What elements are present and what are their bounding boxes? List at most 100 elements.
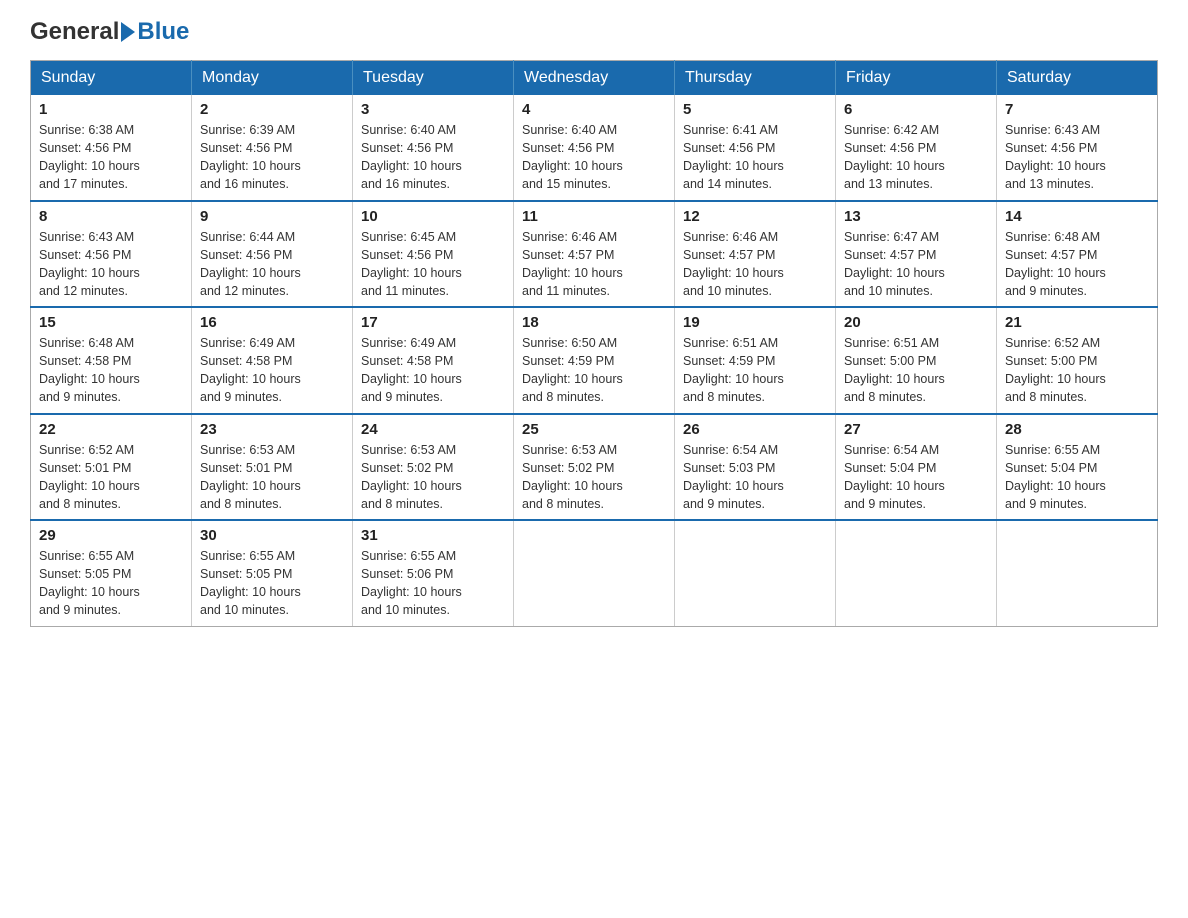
calendar-week-row: 1 Sunrise: 6:38 AMSunset: 4:56 PMDaylight… bbox=[31, 95, 1158, 201]
day-info: Sunrise: 6:55 AMSunset: 5:05 PMDaylight:… bbox=[200, 547, 344, 620]
weekday-header-wednesday: Wednesday bbox=[514, 61, 675, 96]
calendar-cell: 30 Sunrise: 6:55 AMSunset: 5:05 PMDayligh… bbox=[192, 520, 353, 626]
calendar-cell: 14Sunrise: 6:48 AMSunset: 4:57 PMDayligh… bbox=[997, 201, 1158, 308]
day-number: 26 bbox=[683, 421, 827, 438]
day-info: Sunrise: 6:50 AMSunset: 4:59 PMDaylight:… bbox=[522, 334, 666, 407]
day-number: 7 bbox=[1005, 101, 1149, 118]
day-number: 1 bbox=[39, 101, 183, 118]
logo-general: General bbox=[30, 20, 119, 44]
calendar-cell: 27 Sunrise: 6:54 AMSunset: 5:04 PMDayligh… bbox=[836, 414, 997, 521]
calendar-cell: 20Sunrise: 6:51 AMSunset: 5:00 PMDayligh… bbox=[836, 307, 997, 414]
day-info: Sunrise: 6:55 AMSunset: 5:06 PMDaylight:… bbox=[361, 547, 505, 620]
logo: General Blue bbox=[30, 20, 189, 44]
day-number: 5 bbox=[683, 101, 827, 118]
day-info: Sunrise: 6:53 AMSunset: 5:02 PMDaylight:… bbox=[522, 441, 666, 514]
day-info: Sunrise: 6:54 AMSunset: 5:03 PMDaylight:… bbox=[683, 441, 827, 514]
calendar-cell: 10 Sunrise: 6:45 AMSunset: 4:56 PMDayligh… bbox=[353, 201, 514, 308]
day-info: Sunrise: 6:38 AMSunset: 4:56 PMDaylight:… bbox=[39, 121, 183, 194]
day-number: 31 bbox=[361, 527, 505, 544]
calendar-cell: 1 Sunrise: 6:38 AMSunset: 4:56 PMDaylight… bbox=[31, 95, 192, 201]
calendar-cell: 6 Sunrise: 6:42 AMSunset: 4:56 PMDaylight… bbox=[836, 95, 997, 201]
day-number: 6 bbox=[844, 101, 988, 118]
day-info: Sunrise: 6:43 AMSunset: 4:56 PMDaylight:… bbox=[39, 228, 183, 301]
logo-triangle-icon bbox=[121, 22, 135, 42]
day-number: 17 bbox=[361, 314, 505, 331]
day-info: Sunrise: 6:46 AMSunset: 4:57 PMDaylight:… bbox=[522, 228, 666, 301]
day-number: 30 bbox=[200, 527, 344, 544]
day-number: 4 bbox=[522, 101, 666, 118]
weekday-header-saturday: Saturday bbox=[997, 61, 1158, 96]
day-number: 16 bbox=[200, 314, 344, 331]
calendar-cell: 17 Sunrise: 6:49 AMSunset: 4:58 PMDayligh… bbox=[353, 307, 514, 414]
calendar-week-row: 8Sunrise: 6:43 AMSunset: 4:56 PMDaylight… bbox=[31, 201, 1158, 308]
calendar-cell: 28Sunrise: 6:55 AMSunset: 5:04 PMDayligh… bbox=[997, 414, 1158, 521]
day-number: 9 bbox=[200, 208, 344, 225]
calendar-table: SundayMondayTuesdayWednesdayThursdayFrid… bbox=[30, 60, 1158, 627]
calendar-cell: 2Sunrise: 6:39 AMSunset: 4:56 PMDaylight… bbox=[192, 95, 353, 201]
day-number: 11 bbox=[522, 208, 666, 225]
day-number: 3 bbox=[361, 101, 505, 118]
logo-blue: Blue bbox=[137, 20, 189, 44]
calendar-cell: 31 Sunrise: 6:55 AMSunset: 5:06 PMDayligh… bbox=[353, 520, 514, 626]
calendar-cell: 19Sunrise: 6:51 AMSunset: 4:59 PMDayligh… bbox=[675, 307, 836, 414]
day-number: 13 bbox=[844, 208, 988, 225]
calendar-cell: 23Sunrise: 6:53 AMSunset: 5:01 PMDayligh… bbox=[192, 414, 353, 521]
day-number: 27 bbox=[844, 421, 988, 438]
day-info: Sunrise: 6:43 AMSunset: 4:56 PMDaylight:… bbox=[1005, 121, 1149, 194]
calendar-cell: 21 Sunrise: 6:52 AMSunset: 5:00 PMDayligh… bbox=[997, 307, 1158, 414]
day-info: Sunrise: 6:47 AMSunset: 4:57 PMDaylight:… bbox=[844, 228, 988, 301]
calendar-cell: 3Sunrise: 6:40 AMSunset: 4:56 PMDaylight… bbox=[353, 95, 514, 201]
day-number: 19 bbox=[683, 314, 827, 331]
day-info: Sunrise: 6:48 AMSunset: 4:58 PMDaylight:… bbox=[39, 334, 183, 407]
weekday-header-sunday: Sunday bbox=[31, 61, 192, 96]
day-info: Sunrise: 6:49 AMSunset: 4:58 PMDaylight:… bbox=[361, 334, 505, 407]
calendar-cell: 8Sunrise: 6:43 AMSunset: 4:56 PMDaylight… bbox=[31, 201, 192, 308]
calendar-body: 1 Sunrise: 6:38 AMSunset: 4:56 PMDaylight… bbox=[31, 95, 1158, 626]
day-number: 20 bbox=[844, 314, 988, 331]
page-header: General Blue bbox=[30, 20, 1158, 44]
calendar-week-row: 29 Sunrise: 6:55 AMSunset: 5:05 PMDayligh… bbox=[31, 520, 1158, 626]
calendar-cell: 15 Sunrise: 6:48 AMSunset: 4:58 PMDayligh… bbox=[31, 307, 192, 414]
day-info: Sunrise: 6:52 AMSunset: 5:00 PMDaylight:… bbox=[1005, 334, 1149, 407]
day-info: Sunrise: 6:52 AMSunset: 5:01 PMDaylight:… bbox=[39, 441, 183, 514]
calendar-cell: 29 Sunrise: 6:55 AMSunset: 5:05 PMDayligh… bbox=[31, 520, 192, 626]
weekday-header-tuesday: Tuesday bbox=[353, 61, 514, 96]
weekday-header-friday: Friday bbox=[836, 61, 997, 96]
day-info: Sunrise: 6:42 AMSunset: 4:56 PMDaylight:… bbox=[844, 121, 988, 194]
day-number: 10 bbox=[361, 208, 505, 225]
day-info: Sunrise: 6:39 AMSunset: 4:56 PMDaylight:… bbox=[200, 121, 344, 194]
calendar-cell: 26 Sunrise: 6:54 AMSunset: 5:03 PMDayligh… bbox=[675, 414, 836, 521]
calendar-header: SundayMondayTuesdayWednesdayThursdayFrid… bbox=[31, 61, 1158, 96]
day-number: 15 bbox=[39, 314, 183, 331]
calendar-cell: 13 Sunrise: 6:47 AMSunset: 4:57 PMDayligh… bbox=[836, 201, 997, 308]
day-number: 29 bbox=[39, 527, 183, 544]
day-number: 21 bbox=[1005, 314, 1149, 331]
day-info: Sunrise: 6:49 AMSunset: 4:58 PMDaylight:… bbox=[200, 334, 344, 407]
calendar-cell: 11 Sunrise: 6:46 AMSunset: 4:57 PMDayligh… bbox=[514, 201, 675, 308]
day-info: Sunrise: 6:44 AMSunset: 4:56 PMDaylight:… bbox=[200, 228, 344, 301]
day-info: Sunrise: 6:54 AMSunset: 5:04 PMDaylight:… bbox=[844, 441, 988, 514]
day-info: Sunrise: 6:46 AMSunset: 4:57 PMDaylight:… bbox=[683, 228, 827, 301]
calendar-cell: 16 Sunrise: 6:49 AMSunset: 4:58 PMDayligh… bbox=[192, 307, 353, 414]
calendar-cell bbox=[836, 520, 997, 626]
day-number: 24 bbox=[361, 421, 505, 438]
day-info: Sunrise: 6:53 AMSunset: 5:01 PMDaylight:… bbox=[200, 441, 344, 514]
calendar-cell bbox=[997, 520, 1158, 626]
day-info: Sunrise: 6:53 AMSunset: 5:02 PMDaylight:… bbox=[361, 441, 505, 514]
day-number: 22 bbox=[39, 421, 183, 438]
day-info: Sunrise: 6:55 AMSunset: 5:05 PMDaylight:… bbox=[39, 547, 183, 620]
calendar-cell bbox=[514, 520, 675, 626]
calendar-cell: 7 Sunrise: 6:43 AMSunset: 4:56 PMDaylight… bbox=[997, 95, 1158, 201]
calendar-cell: 12 Sunrise: 6:46 AMSunset: 4:57 PMDayligh… bbox=[675, 201, 836, 308]
day-number: 12 bbox=[683, 208, 827, 225]
calendar-cell: 4Sunrise: 6:40 AMSunset: 4:56 PMDaylight… bbox=[514, 95, 675, 201]
logo-text: General Blue bbox=[30, 20, 189, 44]
calendar-cell: 18 Sunrise: 6:50 AMSunset: 4:59 PMDayligh… bbox=[514, 307, 675, 414]
calendar-cell: 24 Sunrise: 6:53 AMSunset: 5:02 PMDayligh… bbox=[353, 414, 514, 521]
calendar-cell: 5 Sunrise: 6:41 AMSunset: 4:56 PMDaylight… bbox=[675, 95, 836, 201]
day-info: Sunrise: 6:41 AMSunset: 4:56 PMDaylight:… bbox=[683, 121, 827, 194]
day-info: Sunrise: 6:45 AMSunset: 4:56 PMDaylight:… bbox=[361, 228, 505, 301]
weekday-header-row: SundayMondayTuesdayWednesdayThursdayFrid… bbox=[31, 61, 1158, 96]
day-number: 28 bbox=[1005, 421, 1149, 438]
day-number: 18 bbox=[522, 314, 666, 331]
